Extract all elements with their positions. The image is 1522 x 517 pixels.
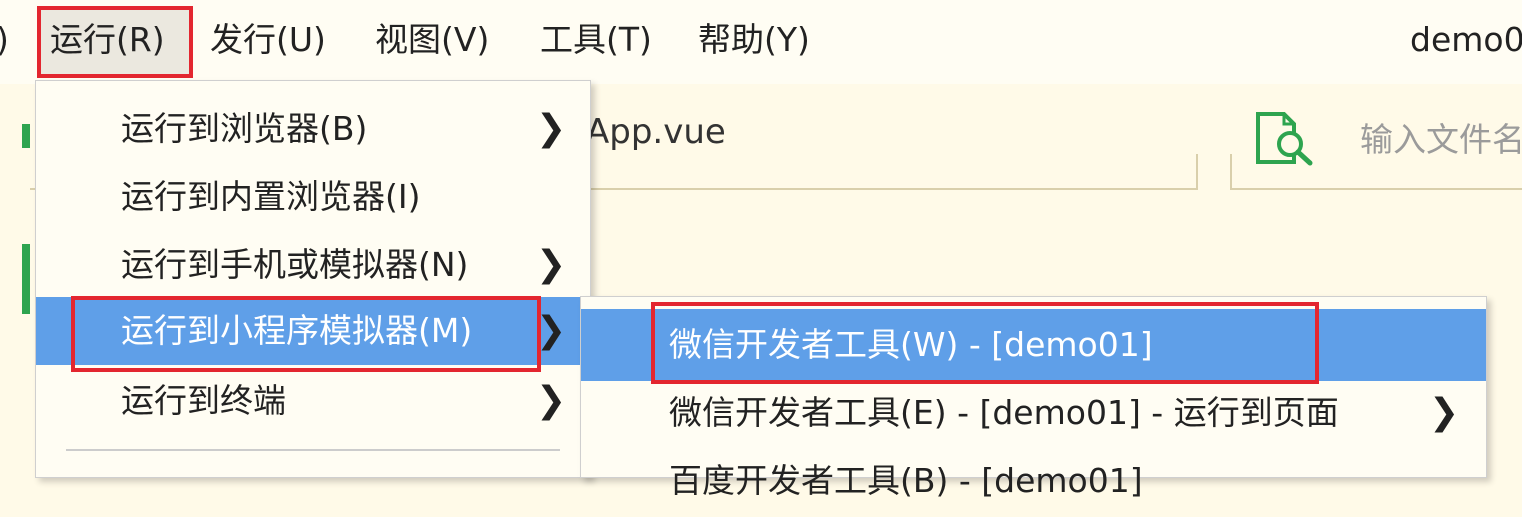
chevron-right-icon: ❯ <box>536 108 567 149</box>
gutter-change-marker <box>22 244 30 314</box>
submenu-item-wechat-run-to-page[interactable]: 微信开发者工具(E) - [demo01] - 运行到页面 ❯ <box>581 377 1486 449</box>
chevron-right-icon: ❯ <box>536 380 567 421</box>
menubar-item-tools[interactable]: 工具(T) <box>540 0 652 84</box>
run-menu-dropdown: 运行到浏览器(B) ❯ 运行到内置浏览器(I) 运行到手机或模拟器(N) ❯ 运… <box>35 80 591 478</box>
menubar-item-help[interactable]: 帮助(Y) <box>698 0 810 84</box>
submenu-item-label: 百度开发者工具(B) - [demo01] <box>669 461 1143 500</box>
tab-divider <box>1196 154 1198 190</box>
tab-divider <box>1230 188 1522 190</box>
annotation-box <box>651 302 1319 384</box>
menu-item-label: 运行到手机或模拟器(N) <box>121 245 469 284</box>
menu-item-label: 运行到终端 <box>121 381 286 420</box>
tab-app-vue[interactable]: App.vue <box>586 112 726 152</box>
tab-active-marker <box>22 124 30 148</box>
submenu-item-baidu-devtools[interactable]: 百度开发者工具(B) - [demo01] <box>581 445 1486 517</box>
project-title: demo0 <box>1410 20 1522 59</box>
menubar-item-run[interactable]: 运行(R) <box>50 0 165 84</box>
menu-bar: ) 运行(R) 发行(U) 视图(V) 工具(T) 帮助(Y) demo0 <box>0 0 1522 84</box>
menu-item-run-terminal[interactable]: 运行到终端 ❯ <box>36 367 590 435</box>
annotation-box <box>71 296 541 372</box>
menubar-item-partial[interactable]: ) <box>0 0 9 84</box>
menu-item-run-phone-emulator[interactable]: 运行到手机或模拟器(N) ❯ <box>36 231 590 299</box>
menu-item-run-builtin-browser[interactable]: 运行到内置浏览器(I) <box>36 163 590 231</box>
menubar-item-publish[interactable]: 发行(U) <box>210 0 326 84</box>
chevron-right-icon: ❯ <box>536 244 567 285</box>
file-search-icon[interactable] <box>1254 110 1316 168</box>
tab-divider <box>1230 154 1232 190</box>
menu-separator <box>66 449 560 451</box>
menubar-item-view[interactable]: 视图(V) <box>375 0 489 84</box>
submenu-item-label: 微信开发者工具(E) - [demo01] - 运行到页面 <box>669 393 1339 432</box>
menu-item-label: 运行到浏览器(B) <box>121 109 368 148</box>
file-search-input[interactable] <box>1360 104 1522 174</box>
menu-item-run-browser[interactable]: 运行到浏览器(B) ❯ <box>36 95 590 163</box>
chevron-right-icon: ❯ <box>1429 392 1460 433</box>
menu-item-label: 运行到内置浏览器(I) <box>121 177 421 216</box>
